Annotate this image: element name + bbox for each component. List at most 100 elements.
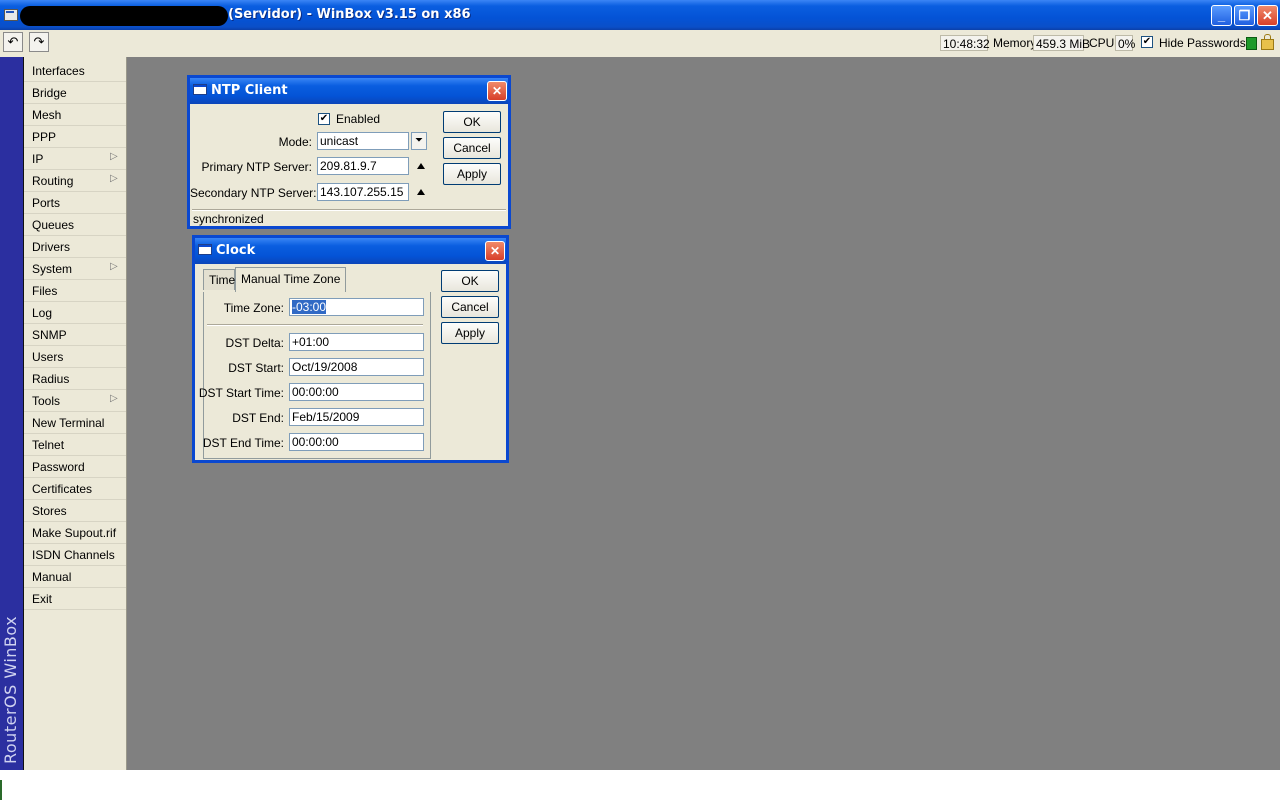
window-title: (Servidor) - WinBox v3.15 on x86	[228, 7, 471, 22]
ntp-title: NTP Client	[211, 83, 288, 98]
primary-ntp-input[interactable]: 209.81.9.7	[317, 157, 409, 175]
sidebar-item-isdn-channels[interactable]: ISDN Channels	[24, 544, 126, 566]
time-zone-input[interactable]: -03:00	[289, 298, 424, 316]
sidebar-item-label: Bridge	[32, 86, 67, 100]
dst-start-label: DST Start:	[228, 361, 284, 375]
sidebar-item-label: System	[32, 262, 73, 276]
dst-delta-label: DST Delta:	[225, 336, 284, 350]
app-icon[interactable]	[4, 9, 18, 21]
sidebar-item-interfaces[interactable]: Interfaces	[24, 60, 126, 82]
redo-icon[interactable]: ↷	[29, 32, 49, 52]
sidebar-item-system[interactable]: System ▷	[24, 258, 126, 280]
ntp-title-bar[interactable]: NTP Client ✕	[190, 78, 508, 104]
cancel-button[interactable]: Cancel	[441, 296, 499, 318]
sidebar-item-ip[interactable]: IP ▷	[24, 148, 126, 170]
sidebar-item-routing[interactable]: Routing ▷	[24, 170, 126, 192]
status-divider	[192, 209, 506, 211]
sidebar-item-label: PPP	[32, 130, 57, 144]
sidebar-item-stores[interactable]: Stores	[24, 500, 126, 522]
sidebar-item-certificates[interactable]: Certificates	[24, 478, 126, 500]
sidebar-item-password[interactable]: Password	[24, 456, 126, 478]
clock-title: Clock	[216, 243, 256, 258]
dst-end-time-label: DST End Time:	[202, 436, 284, 450]
submenu-arrow-icon: ▷	[110, 261, 118, 272]
sidebar-item-label: SNMP	[32, 328, 67, 342]
sidebar-item-snmp[interactable]: SNMP	[24, 324, 126, 346]
submenu-arrow-icon: ▷	[110, 393, 118, 404]
collapse-up-icon[interactable]	[417, 189, 425, 195]
sidebar-item-ports[interactable]: Ports	[24, 192, 126, 214]
sidebar-item-label: Users	[32, 350, 64, 364]
sidebar-item-label: Files	[32, 284, 58, 298]
time-zone-label: Time Zone:	[223, 301, 284, 315]
sidebar-item-label: Tools	[32, 394, 61, 408]
undo-icon[interactable]: ↶	[3, 32, 23, 52]
dst-start-time-input[interactable]: 00:00:00	[289, 383, 424, 401]
sidebar-item-ppp[interactable]: PPP	[24, 126, 126, 148]
dst-delta-input[interactable]: +01:00	[289, 333, 424, 351]
sidebar-item-label: New Terminal	[32, 416, 105, 430]
tab-manual-time-zone[interactable]: Manual Time Zone	[235, 267, 347, 292]
ntp-close-button[interactable]: ✕	[487, 81, 507, 101]
sidebar-item-log[interactable]: Log	[24, 302, 126, 324]
primary-ntp-label: Primary NTP Server:	[201, 160, 312, 174]
sidebar-item-label: Stores	[32, 504, 67, 518]
restore-button[interactable]: ❐	[1234, 5, 1255, 26]
apply-button[interactable]: Apply	[441, 322, 499, 344]
bottom-strip	[0, 770, 1280, 800]
close-button[interactable]: ✕	[1257, 5, 1278, 26]
dst-start-time-label: DST Start Time:	[198, 386, 284, 400]
sidebar-item-make-supout-rif[interactable]: Make Supout.rif	[24, 522, 126, 544]
clock-title-bar[interactable]: Clock ✕	[195, 238, 506, 264]
dst-end-input[interactable]: Feb/15/2009	[289, 408, 424, 426]
sidebar-item-telnet[interactable]: Telnet	[24, 434, 126, 456]
minimize-button[interactable]: _	[1211, 5, 1232, 26]
sidebar-item-label: Log	[32, 306, 53, 320]
dst-end-label: DST End:	[232, 411, 284, 425]
ntp-status-text: synchronized	[193, 212, 264, 226]
enabled-checkbox[interactable]: ✔	[318, 113, 330, 125]
ok-button[interactable]: OK	[441, 270, 499, 292]
connection-status-icon	[1246, 37, 1257, 50]
hide-passwords-label: Hide Passwords	[1159, 36, 1246, 50]
enabled-label: Enabled	[336, 112, 381, 126]
dropdown-arrow-icon[interactable]: ⏷	[411, 132, 427, 150]
clock-dialog: Clock ✕ Time Manual Time Zone Time Zone:…	[192, 235, 509, 463]
submenu-arrow-icon: ▷	[110, 151, 118, 162]
ok-button[interactable]: OK	[443, 111, 501, 133]
toolbar: ↶ ↷ 10:48:32 Memory: 459.3 MiB CPU: 0% H…	[0, 30, 1280, 58]
sidebar-item-label: Make Supout.rif	[32, 526, 117, 540]
secondary-ntp-input[interactable]: 143.107.255.15	[317, 183, 409, 201]
clock-readout: 10:48:32	[940, 35, 990, 51]
sidebar-item-users[interactable]: Users	[24, 346, 126, 368]
sidebar-item-drivers[interactable]: Drivers	[24, 236, 126, 258]
sidebar-item-files[interactable]: Files	[24, 280, 126, 302]
sidebar-item-queues[interactable]: Queues	[24, 214, 126, 236]
sidebar-item-exit[interactable]: Exit	[24, 588, 126, 610]
sidebar-item-radius[interactable]: Radius	[24, 368, 126, 390]
collapse-up-icon[interactable]	[417, 163, 425, 169]
dst-end-time-input[interactable]: 00:00:00	[289, 433, 424, 451]
dst-start-input[interactable]: Oct/19/2008	[289, 358, 424, 376]
sidebar-item-label: Manual	[32, 570, 72, 584]
tab-time[interactable]: Time	[203, 269, 235, 290]
sidebar-item-label: ISDN Channels	[32, 548, 115, 562]
sidebar-item-mesh[interactable]: Mesh	[24, 104, 126, 126]
clock-close-button[interactable]: ✕	[485, 241, 505, 261]
ntp-client-dialog: NTP Client ✕ ✔ Enabled Mode: unicast ⏷ P…	[187, 75, 511, 229]
window-icon	[198, 244, 212, 255]
sidebar-item-bridge[interactable]: Bridge	[24, 82, 126, 104]
secondary-ntp-label: Secondary NTP Server:	[190, 186, 317, 200]
time-zone-value: -03:00	[292, 300, 327, 314]
sidebar-item-label: Routing	[32, 174, 74, 188]
sidebar-item-label: Certificates	[32, 482, 93, 496]
mode-select[interactable]: unicast	[317, 132, 409, 150]
cancel-button[interactable]: Cancel	[443, 137, 501, 159]
hide-passwords-checkbox[interactable]: ✔	[1141, 36, 1153, 48]
sidebar-item-new-terminal[interactable]: New Terminal	[24, 412, 126, 434]
sidebar-item-tools[interactable]: Tools ▷	[24, 390, 126, 412]
apply-button[interactable]: Apply	[443, 163, 501, 185]
sidebar-item-manual[interactable]: Manual	[24, 566, 126, 588]
sidebar-item-label: Telnet	[32, 438, 65, 452]
cpu-value: 0%	[1115, 35, 1135, 51]
